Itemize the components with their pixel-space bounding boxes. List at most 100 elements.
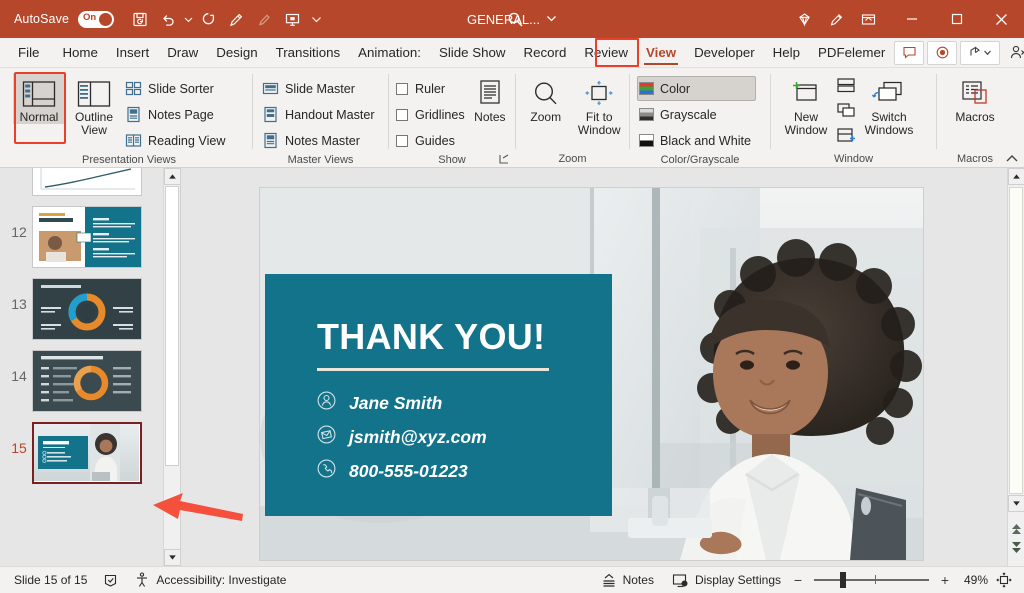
black-and-white-button[interactable]: Black and White [637,128,756,153]
color-button[interactable]: Color [637,76,756,101]
grayscale-button[interactable]: Grayscale [637,102,756,127]
customize-qat-icon[interactable] [306,5,326,33]
notes-toggle-button[interactable]: Notes [593,569,662,591]
reading-view-button[interactable]: Reading View [123,128,230,153]
restore-layout-icon[interactable] [853,4,883,34]
thumbnail-scrollbar-thumb[interactable] [165,186,179,466]
tab-draw[interactable]: Draw [158,38,207,67]
previous-slide-button[interactable] [1008,521,1024,538]
slide-vertical-scrollbar[interactable] [1007,168,1024,566]
tab-view[interactable]: View [637,38,685,67]
minimize-button[interactable] [889,0,934,38]
tab-home[interactable]: Home [53,38,106,67]
normal-view-button[interactable]: Normal [13,73,65,124]
tab-animations[interactable]: Animation: [349,38,430,67]
cascade-icon[interactable] [836,102,856,124]
slide-thumbnail-14[interactable] [32,350,142,412]
slide-thumbnail-pane: 12 [0,168,181,566]
notes-page-button[interactable]: Notes Page [123,102,230,127]
current-slide[interactable]: THANK YOU! Jane Smith [260,188,923,560]
record-icon[interactable] [927,41,957,65]
notes-master-button[interactable]: Notes Master [260,128,380,153]
zoom-percentage[interactable]: 49% [954,573,988,587]
fit-to-window-button[interactable]: Fit to Window [577,73,623,137]
macros-icon [958,77,992,111]
collaborate-icon[interactable] [1003,41,1024,65]
undo-dropdown-icon[interactable] [182,5,194,33]
tab-file[interactable]: File [0,38,53,67]
thumbnail-scroll-down-button[interactable] [164,549,181,566]
tab-developer[interactable]: Developer [685,38,764,67]
search-icon[interactable] [506,10,525,34]
slide-thumbnail-12[interactable] [32,206,142,268]
slide-sorter-button[interactable]: Slide Sorter [123,76,230,101]
slide-thumbnail-11[interactable] [32,168,142,196]
tab-pdfelement[interactable]: PDFelemer [809,38,894,67]
tab-review[interactable]: Review [575,38,637,67]
zoom-slider[interactable] [814,571,929,589]
thumbnail-scroll-up-button[interactable] [164,168,181,185]
comments-icon[interactable] [894,41,924,65]
start-inking-icon[interactable] [222,5,250,33]
present-icon[interactable] [278,5,306,33]
table-row[interactable]: 12 [6,206,162,268]
tab-slide-show[interactable]: Slide Show [430,38,515,67]
fit-slide-to-window-button[interactable] [990,569,1018,591]
diamond-icon[interactable] [789,4,819,34]
table-row[interactable] [6,168,162,196]
thumbnail-scrollbar[interactable] [163,168,180,566]
redo-icon[interactable] [194,5,222,33]
document-title[interactable]: GENERAL... [467,12,540,27]
tab-record[interactable]: Record [515,38,576,67]
person-icon [317,391,336,415]
slide-counter[interactable]: Slide 15 of 15 [6,569,95,591]
group-title-macros: Macros [937,152,1013,167]
show-dialog-launcher-icon[interactable] [498,153,511,166]
tab-transitions[interactable]: Transitions [267,38,350,67]
gridlines-checkbox[interactable]: Gridlines [396,102,465,127]
undo-icon[interactable] [154,5,182,33]
close-button[interactable] [979,0,1024,38]
maximize-button[interactable] [934,0,979,38]
spell-check-icon[interactable] [95,569,126,591]
slide-thumbnail-13[interactable] [32,278,142,340]
guides-checkbox[interactable]: Guides [396,128,465,153]
zoom-slider-handle[interactable] [840,572,846,588]
handout-master-button[interactable]: Handout Master [260,102,380,127]
zoom-button[interactable]: Zoom [523,73,569,124]
move-split-icon[interactable] [836,127,856,149]
scroll-up-button[interactable] [1008,168,1024,185]
table-row[interactable]: 14 [6,350,162,412]
table-row[interactable]: 13 [6,278,162,340]
macros-button[interactable]: Macros [945,73,1005,124]
pen-annotate-icon[interactable] [821,4,851,34]
slide-master-button[interactable]: Slide Master [260,76,380,101]
ruler-checkbox[interactable]: Ruler [396,76,465,101]
zoom-in-button[interactable]: + [938,572,952,588]
tab-insert[interactable]: Insert [107,38,158,67]
tab-design[interactable]: Design [207,38,266,67]
new-window-button[interactable]: New Window [778,73,834,137]
scroll-down-button[interactable] [1008,495,1024,512]
thank-you-text-box[interactable]: THANK YOU! Jane Smith [265,274,612,516]
tab-help[interactable]: Help [764,38,809,67]
title-dropdown-icon[interactable] [546,12,557,27]
slide-canvas[interactable]: THANK YOU! Jane Smith [181,168,1024,566]
switch-windows-button[interactable]: Switch Windows [858,73,920,137]
outline-view-button[interactable]: Outline View [68,73,120,137]
pen-icon[interactable] [250,5,278,33]
zoom-out-button[interactable]: − [791,572,805,588]
accessibility-status[interactable]: Accessibility: Investigate [126,569,294,591]
slide-thumbnail-15[interactable] [32,422,142,484]
slide-thumbnail-list: 12 [0,168,162,566]
share-icon[interactable] [960,41,1000,65]
table-row[interactable]: 15 [6,422,162,484]
save-icon[interactable] [126,5,154,33]
scrollbar-thumb[interactable] [1009,187,1023,494]
next-slide-button[interactable] [1008,539,1024,556]
arrange-all-icon[interactable] [836,77,856,99]
notes-button[interactable]: Notes [472,73,508,124]
display-settings-button[interactable]: Display Settings [664,569,789,591]
autosave-toggle[interactable]: On [78,11,114,28]
collapse-ribbon-icon[interactable] [1004,151,1020,167]
